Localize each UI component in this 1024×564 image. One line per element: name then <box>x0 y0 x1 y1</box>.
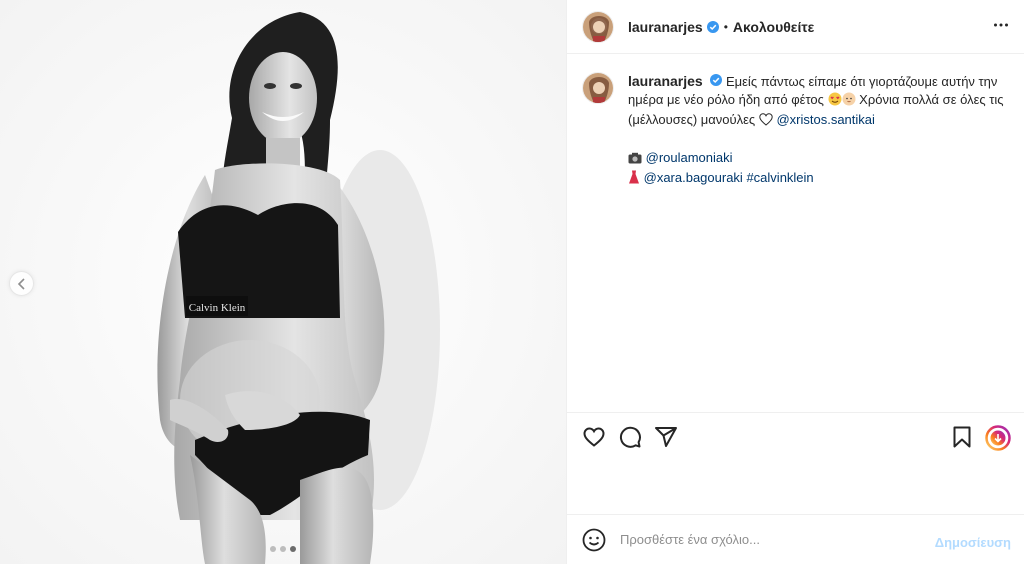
white-heart-emoji-icon <box>759 113 773 131</box>
caption-credits: @roulamoniaki @xara.bagouraki #calvinkle… <box>628 149 1008 189</box>
style-credit-line: @xara.bagouraki #calvinklein <box>628 169 1008 189</box>
post-media[interactable]: Calvin Klein <box>0 0 566 564</box>
verified-badge-icon <box>710 74 723 86</box>
comment-input[interactable] <box>620 532 920 547</box>
post-photo: Calvin Klein <box>0 0 566 564</box>
comment-bar: Δημοσίευση <box>567 514 1024 564</box>
verified-badge-icon <box>706 20 719 33</box>
avatar-image <box>583 73 613 103</box>
hashtag-link[interactable]: #calvinklein <box>746 170 813 185</box>
heart-icon <box>583 427 605 447</box>
carousel-dot <box>280 546 286 552</box>
emoji-picker-button[interactable] <box>582 528 606 552</box>
post-comment-button[interactable]: Δημοσίευση <box>935 535 1011 550</box>
more-options-button[interactable] <box>993 17 1009 38</box>
baby-emoji-icon <box>842 92 856 111</box>
carousel-dot <box>270 546 276 552</box>
like-button[interactable] <box>582 425 606 454</box>
camera-emoji-icon <box>628 151 642 169</box>
share-icon <box>655 427 677 447</box>
bookmark-icon <box>953 426 971 448</box>
dress-emoji-icon <box>628 170 640 189</box>
caption-username-link[interactable]: lauranarjes <box>628 73 703 89</box>
follow-status-button[interactable]: Ακολουθείτε <box>733 19 814 35</box>
avatar[interactable] <box>582 72 614 104</box>
comment-icon <box>619 426 641 448</box>
post-viewer: Calvin Klein lauranarjes • Ακολουθείτε l… <box>0 0 1024 564</box>
avatar-image <box>583 11 613 42</box>
emoji-icon <box>582 528 606 551</box>
post-header: lauranarjes • Ακολουθείτε <box>567 0 1024 54</box>
save-button[interactable] <box>950 425 974 454</box>
style-credit-mention-link[interactable]: @xara.bagouraki <box>644 170 743 185</box>
username-link[interactable]: lauranarjes <box>628 19 703 35</box>
carousel-dot-active <box>290 546 296 552</box>
chevron-left-icon <box>17 277 25 290</box>
post-actions <box>567 412 1024 514</box>
header-separator: • <box>723 19 728 34</box>
bra-brand-text: Calvin Klein <box>189 302 246 314</box>
photo-credit-mention-link[interactable]: @roulamoniaki <box>646 150 733 165</box>
smiling-face-hearts-emoji-icon <box>828 92 842 111</box>
carousel-indicator <box>270 546 296 552</box>
more-options-icon <box>994 23 1008 27</box>
post-caption: lauranarjes Εμείς πάντως είπαμε ότι γιορ… <box>582 72 1010 189</box>
comment-button[interactable] <box>618 425 642 454</box>
story-ring-icon <box>985 425 1011 451</box>
story-ring-button[interactable] <box>985 425 1011 456</box>
carousel-prev-button[interactable] <box>9 271 34 296</box>
photo-credit-line: @roulamoniaki <box>628 149 1008 169</box>
avatar[interactable] <box>582 10 614 43</box>
post-side-panel: lauranarjes • Ακολουθείτε lauranarjes Εμ… <box>566 0 1024 564</box>
share-button[interactable] <box>654 425 678 454</box>
mention-link[interactable]: @xristos.santikai <box>776 112 874 127</box>
caption-text: lauranarjes Εμείς πάντως είπαμε ότι γιορ… <box>628 72 1008 189</box>
